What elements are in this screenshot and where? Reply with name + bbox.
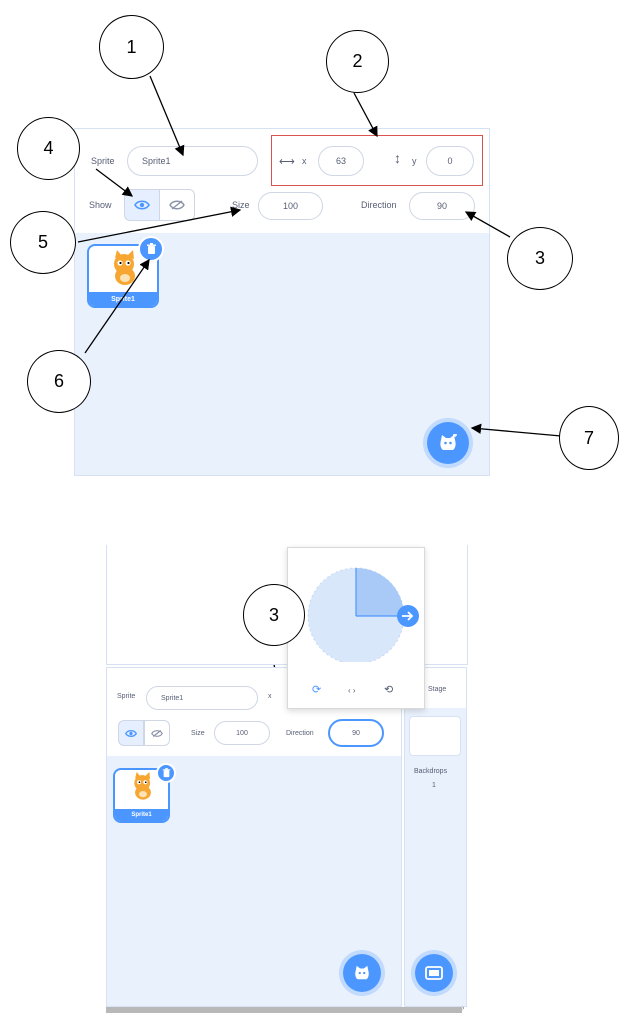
callout-6: 6	[27, 350, 91, 413]
callout-7: 7	[559, 406, 619, 470]
callout-2: 2	[326, 30, 389, 93]
show-hidden-button-bottom[interactable]	[144, 720, 170, 746]
scrollbar-right-arrow[interactable]: ›	[462, 1005, 472, 1015]
backdrops-count: 1	[432, 782, 436, 789]
cat-add-icon	[355, 965, 369, 980]
sprite-name-input-bottom[interactable]: Sprite1	[146, 686, 258, 710]
choose-sprite-button-bottom[interactable]	[343, 954, 381, 992]
callout-1: 1	[99, 15, 164, 79]
trash-icon	[162, 768, 170, 778]
sprite-tile-label-bottom: Sprite1	[115, 809, 168, 821]
cat-sprite-icon	[134, 772, 151, 800]
eye-slash-icon	[151, 729, 163, 737]
left-right-rotation-icon[interactable]: ‹ ›	[348, 686, 356, 695]
direction-dial[interactable]	[288, 552, 426, 662]
callout-3-bottom: 3	[243, 584, 305, 646]
show-visible-button-bottom[interactable]	[118, 720, 144, 746]
delete-sprite-button-bottom[interactable]	[156, 763, 176, 783]
callout-3-top: 3	[507, 227, 573, 290]
x-fragment-bottom: x	[268, 693, 272, 700]
horizontal-scrollbar[interactable]	[106, 1007, 462, 1013]
callout-5: 5	[10, 211, 76, 274]
direction-popover: ⟳ ‹ › ⟲	[287, 547, 425, 709]
direction-label-bottom: Direction	[286, 730, 314, 737]
stage-label: Stage	[428, 686, 447, 693]
choose-backdrop-button[interactable]	[415, 954, 453, 992]
backdrops-label: Backdrops	[414, 768, 448, 775]
stage-thumbnail[interactable]	[409, 716, 461, 756]
direction-input-bottom[interactable]: 90	[328, 719, 384, 747]
dont-rotate-icon[interactable]: ⟲	[384, 683, 393, 696]
backdrop-add-icon	[425, 966, 443, 980]
eye-icon	[125, 729, 137, 737]
size-label-bottom: Size	[191, 730, 205, 737]
callout-4: 4	[17, 117, 80, 180]
rotate-all-around-icon[interactable]: ⟳	[312, 683, 321, 696]
sprite-label-bottom: Sprite	[117, 693, 136, 700]
size-input-bottom[interactable]: 100	[214, 721, 270, 745]
